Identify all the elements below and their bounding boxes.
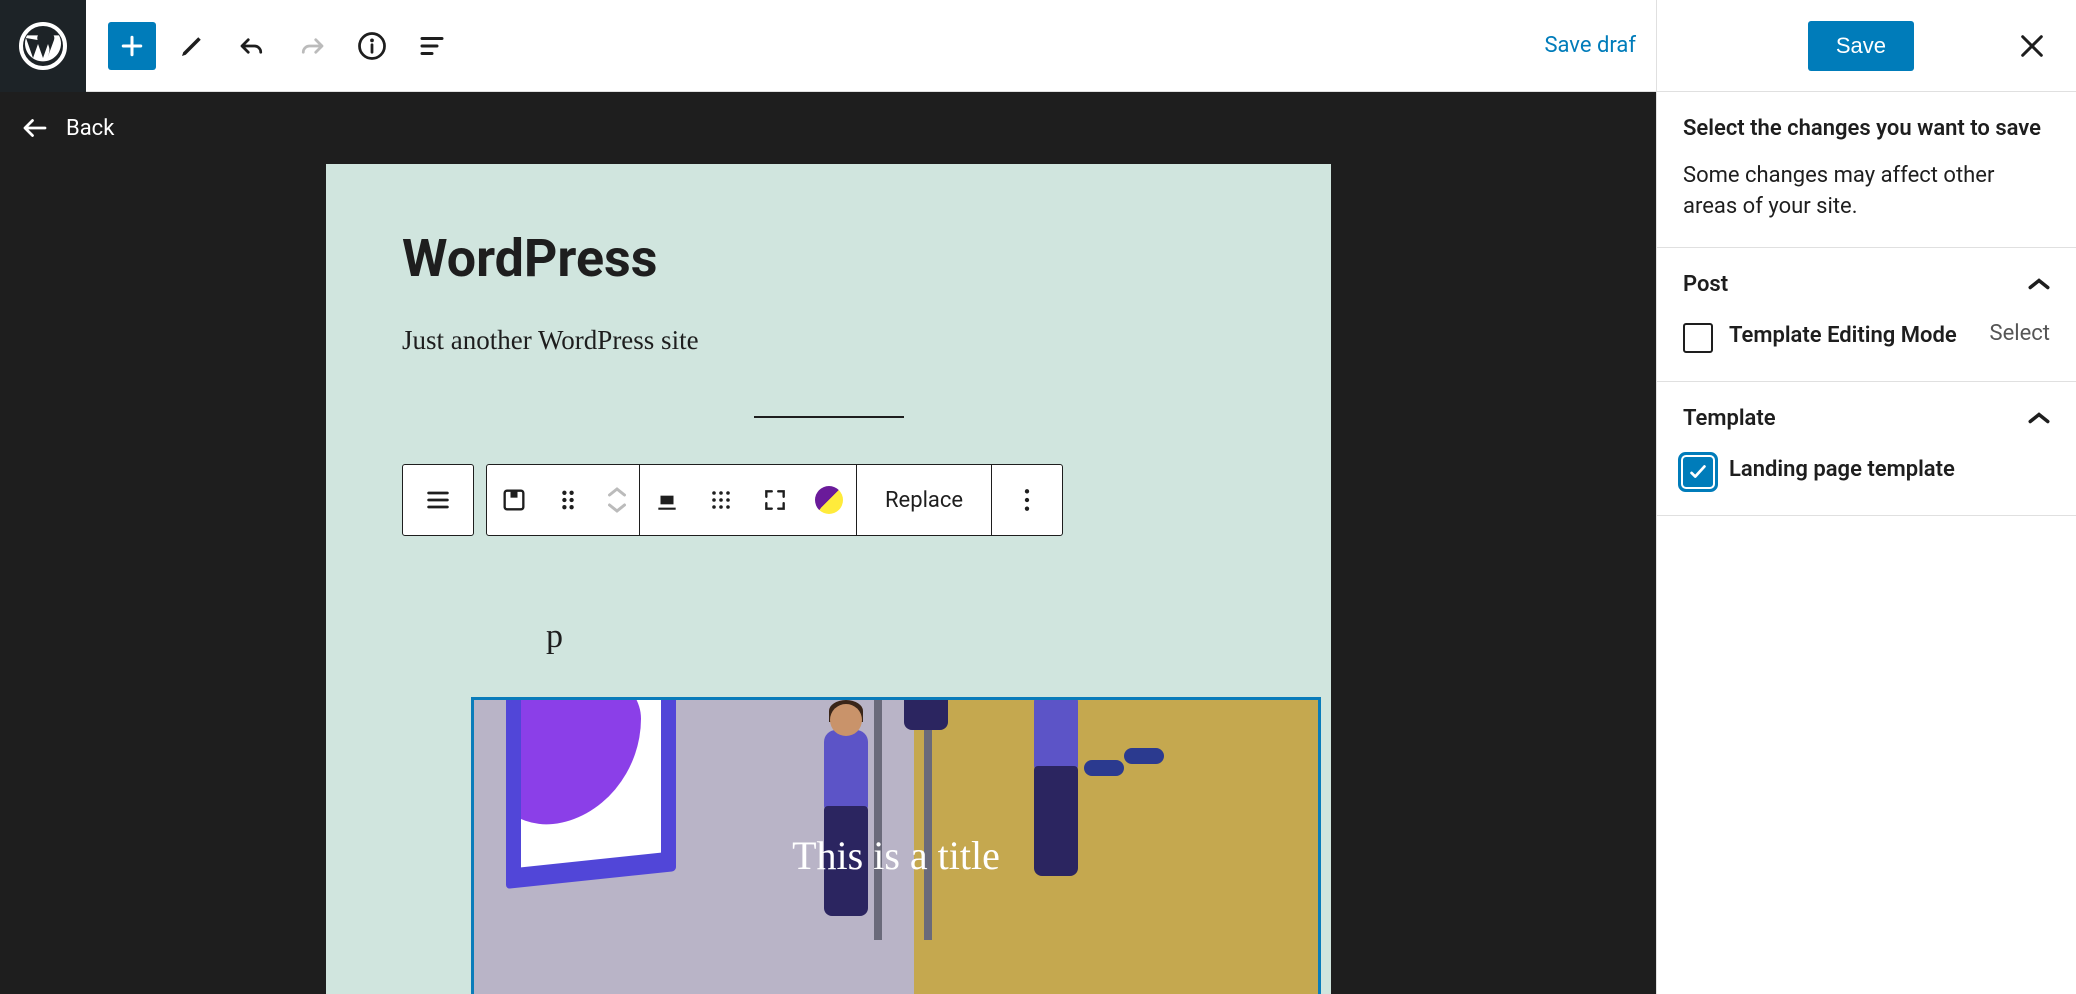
pencil-icon — [177, 31, 207, 61]
template-back-bar: Back — [0, 92, 1657, 164]
redo-button[interactable] — [288, 22, 336, 70]
cover-block-type-button[interactable] — [487, 465, 541, 535]
editor-canvas[interactable]: WordPress Just another WordPress site p — [326, 164, 1331, 994]
checkbox-template-editing-mode[interactable] — [1683, 323, 1713, 353]
duotone-button[interactable] — [802, 465, 856, 535]
back-label: Back — [66, 116, 114, 141]
move-buttons[interactable] — [595, 465, 639, 535]
drag-handle[interactable] — [541, 465, 595, 535]
checkbox-label: Landing page template — [1729, 455, 1955, 485]
paragraph-fragment: p — [546, 618, 563, 656]
info-icon — [357, 31, 387, 61]
select-link[interactable]: Select — [1990, 321, 2050, 346]
undo-button[interactable] — [228, 22, 276, 70]
checkbox-label: Template Editing Mode — [1729, 321, 1957, 351]
close-icon — [2016, 30, 2048, 62]
cover-title[interactable]: This is a title — [792, 832, 1000, 879]
save-panel-heading: Select the changes you want to save — [1683, 116, 2050, 141]
block-toolbar-main: Replace — [486, 464, 1063, 536]
save-draft-link[interactable]: Save draf — [1544, 33, 1636, 58]
chevron-up-icon — [2028, 277, 2050, 291]
save-section-post: Post Template Editing Mode Select — [1657, 247, 2076, 381]
close-panel-button[interactable] — [2014, 28, 2050, 64]
site-tagline[interactable]: Just another WordPress site — [402, 325, 1255, 356]
editor-canvas-wrap: WordPress Just another WordPress site p — [0, 164, 1657, 994]
section-toggle-template[interactable]: Template — [1657, 382, 2076, 455]
redo-icon — [297, 31, 327, 61]
fullscreen-icon — [762, 487, 788, 513]
save-panel-description: Some changes may affect other areas of y… — [1683, 161, 2050, 223]
list-view-icon — [417, 31, 447, 61]
site-title[interactable]: WordPress — [402, 228, 1255, 289]
save-panel: Save Select the changes you want to save… — [1656, 0, 2076, 994]
separator-block[interactable] — [754, 416, 904, 418]
align-button[interactable] — [640, 465, 694, 535]
undo-icon — [237, 31, 267, 61]
more-vertical-icon — [1023, 487, 1031, 513]
save-section-template: Template Landing page template — [1657, 381, 2076, 516]
check-icon — [1687, 461, 1709, 483]
content-position-button[interactable] — [694, 465, 748, 535]
block-toolbar-row: Replace — [402, 464, 1255, 536]
add-block-button[interactable] — [108, 22, 156, 70]
save-button[interactable]: Save — [1808, 21, 1914, 71]
block-more-options-button[interactable] — [992, 465, 1062, 535]
wp-admin-bar[interactable] — [0, 0, 86, 92]
wordpress-logo-icon — [19, 22, 67, 70]
checkbox-landing-page-template[interactable] — [1683, 457, 1713, 487]
paragraph-icon — [424, 486, 452, 514]
back-button[interactable]: Back — [20, 113, 114, 143]
arrow-left-icon — [20, 113, 50, 143]
plus-icon — [117, 31, 147, 61]
edit-tool-button[interactable] — [168, 22, 216, 70]
section-title: Template — [1683, 406, 1776, 431]
drag-icon — [558, 488, 578, 512]
info-button[interactable] — [348, 22, 396, 70]
full-height-button[interactable] — [748, 465, 802, 535]
chevron-up-icon — [2028, 411, 2050, 425]
align-icon — [654, 487, 680, 513]
cover-icon — [500, 486, 528, 514]
section-toggle-post[interactable]: Post — [1657, 248, 2076, 321]
replace-button[interactable]: Replace — [857, 465, 991, 535]
list-view-button[interactable] — [408, 22, 456, 70]
chevron-up-icon — [608, 486, 626, 498]
grid-dots-icon — [709, 488, 733, 512]
chevron-down-icon — [608, 502, 626, 514]
section-title: Post — [1683, 272, 1728, 297]
cover-block[interactable]: This is a title — [471, 697, 1321, 994]
duotone-icon — [815, 486, 843, 514]
paragraph-block-icon[interactable] — [402, 464, 474, 536]
